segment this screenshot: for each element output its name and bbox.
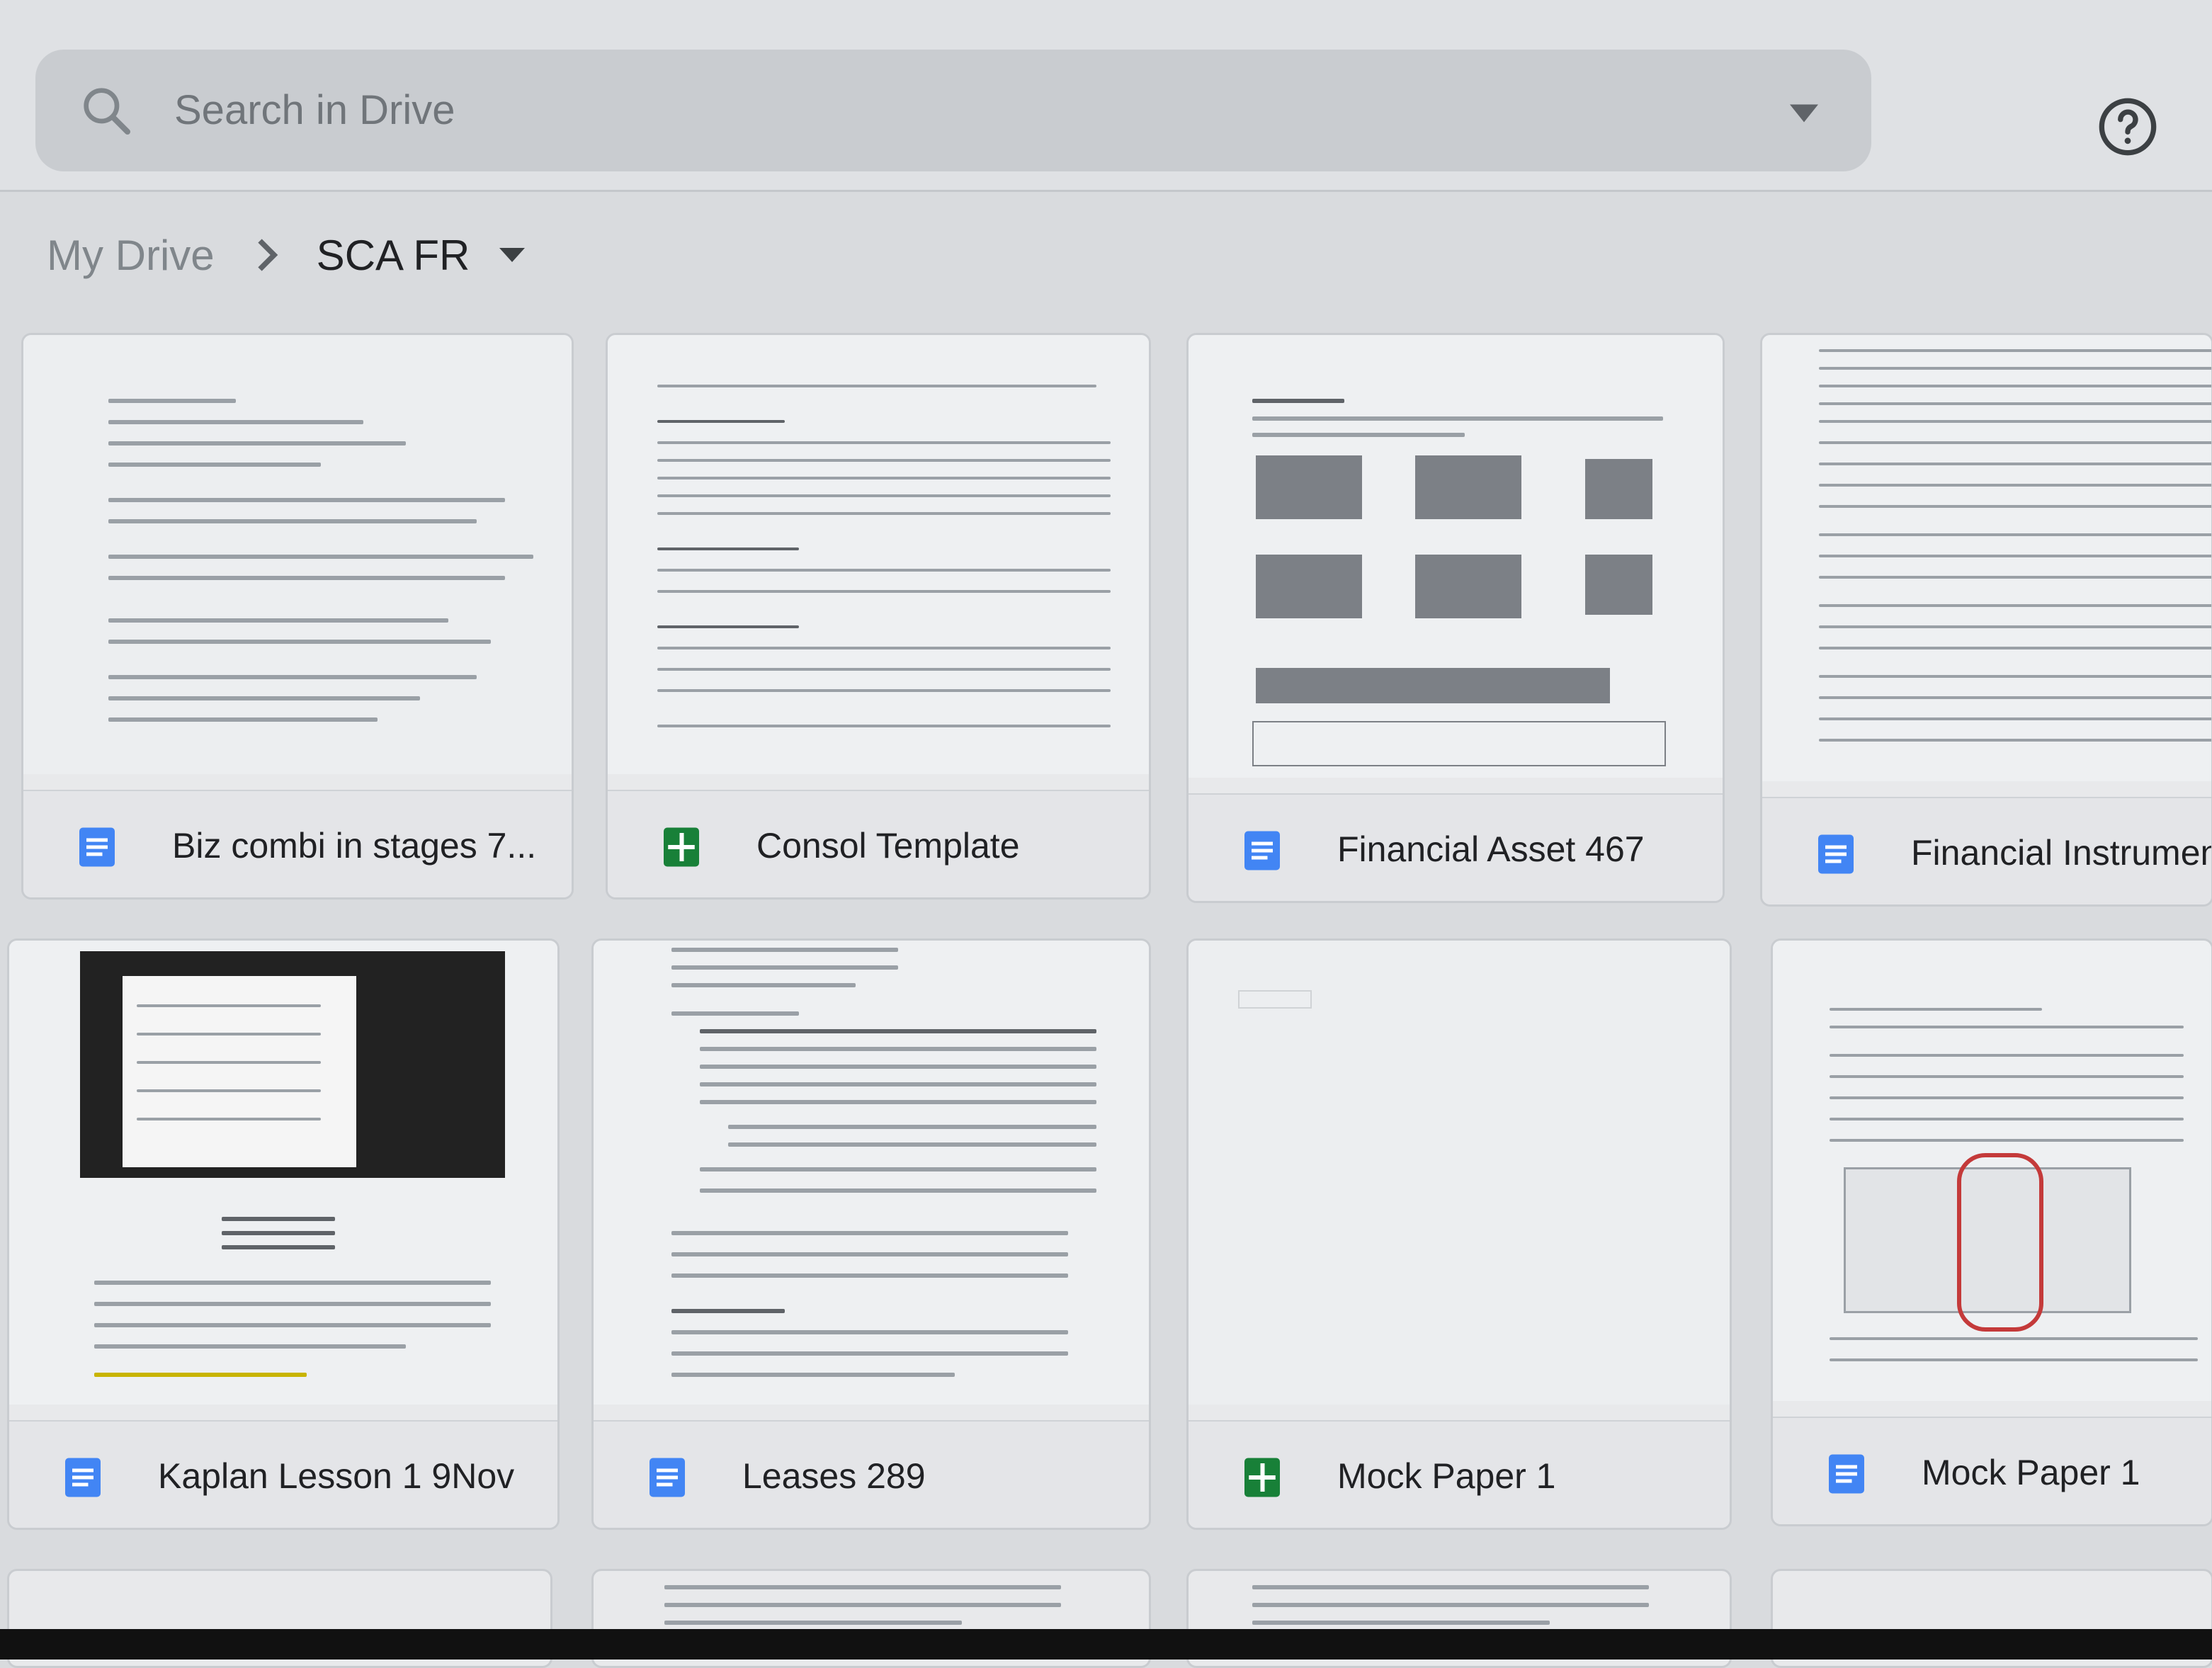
- google-docs-icon: [1244, 831, 1280, 870]
- file-card-footer: Financial Asset 467: [1189, 793, 1723, 901]
- file-name: Consol Template: [756, 826, 1020, 866]
- search-bar[interactable]: Search in Drive: [35, 50, 1871, 171]
- chevron-right-icon: [258, 239, 278, 271]
- google-docs-icon: [65, 1458, 101, 1497]
- file-card[interactable]: Consol Template: [606, 333, 1151, 900]
- taskbar: [0, 1629, 2212, 1660]
- file-name: Financial Asset 467: [1337, 829, 1645, 869]
- google-docs-icon: [79, 827, 115, 867]
- google-docs-icon: [650, 1458, 685, 1497]
- file-card-footer: Financial Instrument: [1762, 797, 2211, 904]
- google-sheets-icon: [1244, 1458, 1280, 1497]
- header-divider: [0, 190, 2212, 192]
- folder-menu-icon[interactable]: [498, 244, 526, 266]
- top-bar: Search in Drive: [0, 0, 2212, 191]
- file-thumbnail: [1189, 941, 1730, 1405]
- search-input[interactable]: Search in Drive: [174, 86, 455, 134]
- file-card-footer: Biz combi in stages 7...: [23, 790, 572, 897]
- file-thumbnail: [23, 335, 572, 774]
- file-name: Mock Paper 1: [1337, 1456, 1556, 1496]
- file-thumbnail: [594, 941, 1149, 1405]
- breadcrumb-current-folder[interactable]: SCA FR: [317, 231, 470, 280]
- file-card[interactable]: Mock Paper 1: [1186, 938, 1732, 1530]
- google-sheets-icon: [664, 827, 699, 867]
- search-icon[interactable]: [78, 82, 135, 139]
- file-name: Kaplan Lesson 1 9Nov: [158, 1456, 515, 1496]
- file-card-footer: Consol Template: [608, 790, 1149, 897]
- breadcrumb-my-drive[interactable]: My Drive: [47, 231, 215, 280]
- file-card[interactable]: Biz combi in stages 7...: [21, 333, 574, 900]
- file-card[interactable]: Leases 289: [591, 938, 1151, 1530]
- google-docs-icon: [1829, 1454, 1864, 1494]
- file-card-footer: Kaplan Lesson 1 9Nov: [9, 1420, 557, 1528]
- file-thumbnail: [608, 335, 1149, 774]
- help-icon[interactable]: [2097, 96, 2159, 158]
- file-thumbnail: [1189, 335, 1723, 778]
- file-thumbnail: [9, 941, 557, 1405]
- file-thumbnail: [1773, 941, 2211, 1401]
- file-card-footer: Leases 289: [594, 1420, 1149, 1528]
- file-card[interactable]: Financial Instrument: [1760, 333, 2212, 907]
- file-card-footer: Mock Paper 1: [1773, 1417, 2211, 1524]
- file-name: Leases 289: [742, 1456, 926, 1496]
- file-card[interactable]: Kaplan Lesson 1 9Nov: [7, 938, 560, 1530]
- file-card-footer: Mock Paper 1: [1189, 1420, 1730, 1528]
- file-thumbnail: [1762, 335, 2211, 781]
- file-card[interactable]: Mock Paper 1: [1771, 938, 2212, 1526]
- search-options-icon[interactable]: [1786, 99, 1822, 127]
- google-docs-icon: [1818, 834, 1854, 874]
- breadcrumb: My Drive SCA FR: [47, 220, 526, 290]
- file-name: Mock Paper 1: [1922, 1453, 2140, 1492]
- file-card[interactable]: Financial Asset 467: [1186, 333, 1725, 903]
- file-name: Biz combi in stages 7...: [172, 826, 537, 866]
- file-name: Financial Instrument: [1911, 833, 2212, 873]
